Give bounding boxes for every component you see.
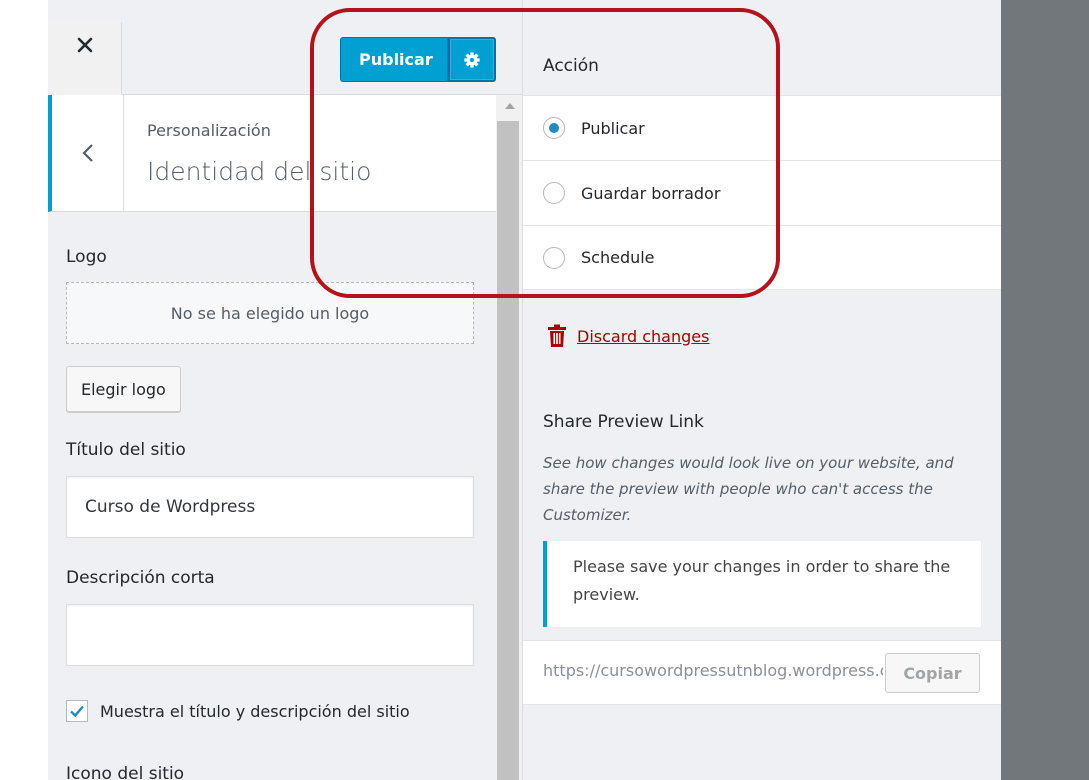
preview-link-field[interactable]: https://cursowordpressutnblog.wordpress.…: [543, 661, 883, 680]
radio-button[interactable]: [543, 182, 565, 204]
publish-settings-button[interactable]: [447, 37, 496, 82]
checkmark-icon: [70, 705, 84, 718]
scroll-up-arrow[interactable]: [505, 103, 515, 109]
radio-label: Guardar borrador: [581, 183, 721, 203]
chevron-left-icon: [81, 144, 93, 162]
site-icon-label: Icono del sitio: [66, 764, 185, 780]
scroll-thumb[interactable]: [497, 121, 519, 780]
share-preview-title: Share Preview Link: [543, 412, 704, 432]
radio-label: Publicar: [581, 118, 645, 138]
publish-settings-panel: Acción Publicar Guardar borrador Schedul…: [522, 0, 1002, 780]
customizer-header: Publicar: [48, 0, 522, 95]
back-button[interactable]: [52, 95, 124, 211]
trash-icon: [548, 324, 566, 347]
action-label: Acción: [543, 56, 599, 76]
radio-option-draft[interactable]: Guardar borrador: [523, 160, 1002, 225]
display-title-checkbox-row[interactable]: Muestra el título y descripción del siti…: [66, 700, 410, 722]
discard-changes-link[interactable]: Discard changes: [577, 327, 709, 346]
site-preview: [1001, 0, 1089, 780]
section-header: Personalización Identidad del sitio: [48, 95, 496, 212]
radio-label: Schedule: [581, 248, 655, 267]
choose-logo-button[interactable]: Elegir logo: [66, 366, 181, 412]
preview-link-row: https://cursowordpressutnblog.wordpress.…: [523, 640, 1002, 705]
customizer-sidebar: Publicar Personalización Identidad del s…: [48, 0, 522, 780]
display-title-checkbox-label: Muestra el título y descripción del siti…: [100, 701, 410, 721]
breadcrumb: Personalización: [147, 121, 271, 140]
discard-changes[interactable]: Discard changes: [547, 324, 709, 348]
radio-button[interactable]: [543, 117, 565, 139]
gear-icon: [464, 51, 480, 68]
close-icon: [77, 37, 92, 53]
scrollbar[interactable]: [496, 95, 522, 780]
publish-button[interactable]: Publicar: [340, 37, 448, 82]
tagline-label: Descripción corta: [66, 568, 215, 588]
logo-label: Logo: [66, 247, 107, 267]
share-preview-description: See how changes would look live on your …: [543, 454, 954, 524]
site-title-label: Título del sitio: [66, 440, 186, 460]
action-radio-list: Publicar Guardar borrador Schedule: [523, 95, 1002, 290]
save-notice: Please save your changes in order to sha…: [543, 541, 981, 627]
display-title-checkbox[interactable]: [66, 700, 88, 722]
logo-placeholder[interactable]: No se ha elegido un logo: [66, 282, 474, 344]
radio-option-schedule[interactable]: Schedule: [523, 225, 1002, 290]
publish-button-group: Publicar: [340, 37, 496, 82]
site-title-input[interactable]: Curso de Wordpress: [66, 476, 474, 538]
section-title: Identidad del sitio: [147, 157, 372, 186]
tagline-input[interactable]: [66, 604, 474, 666]
copy-button[interactable]: Copiar: [885, 653, 980, 693]
radio-button[interactable]: [543, 246, 565, 269]
close-button[interactable]: [48, 22, 122, 95]
radio-option-publish[interactable]: Publicar: [523, 95, 1002, 160]
